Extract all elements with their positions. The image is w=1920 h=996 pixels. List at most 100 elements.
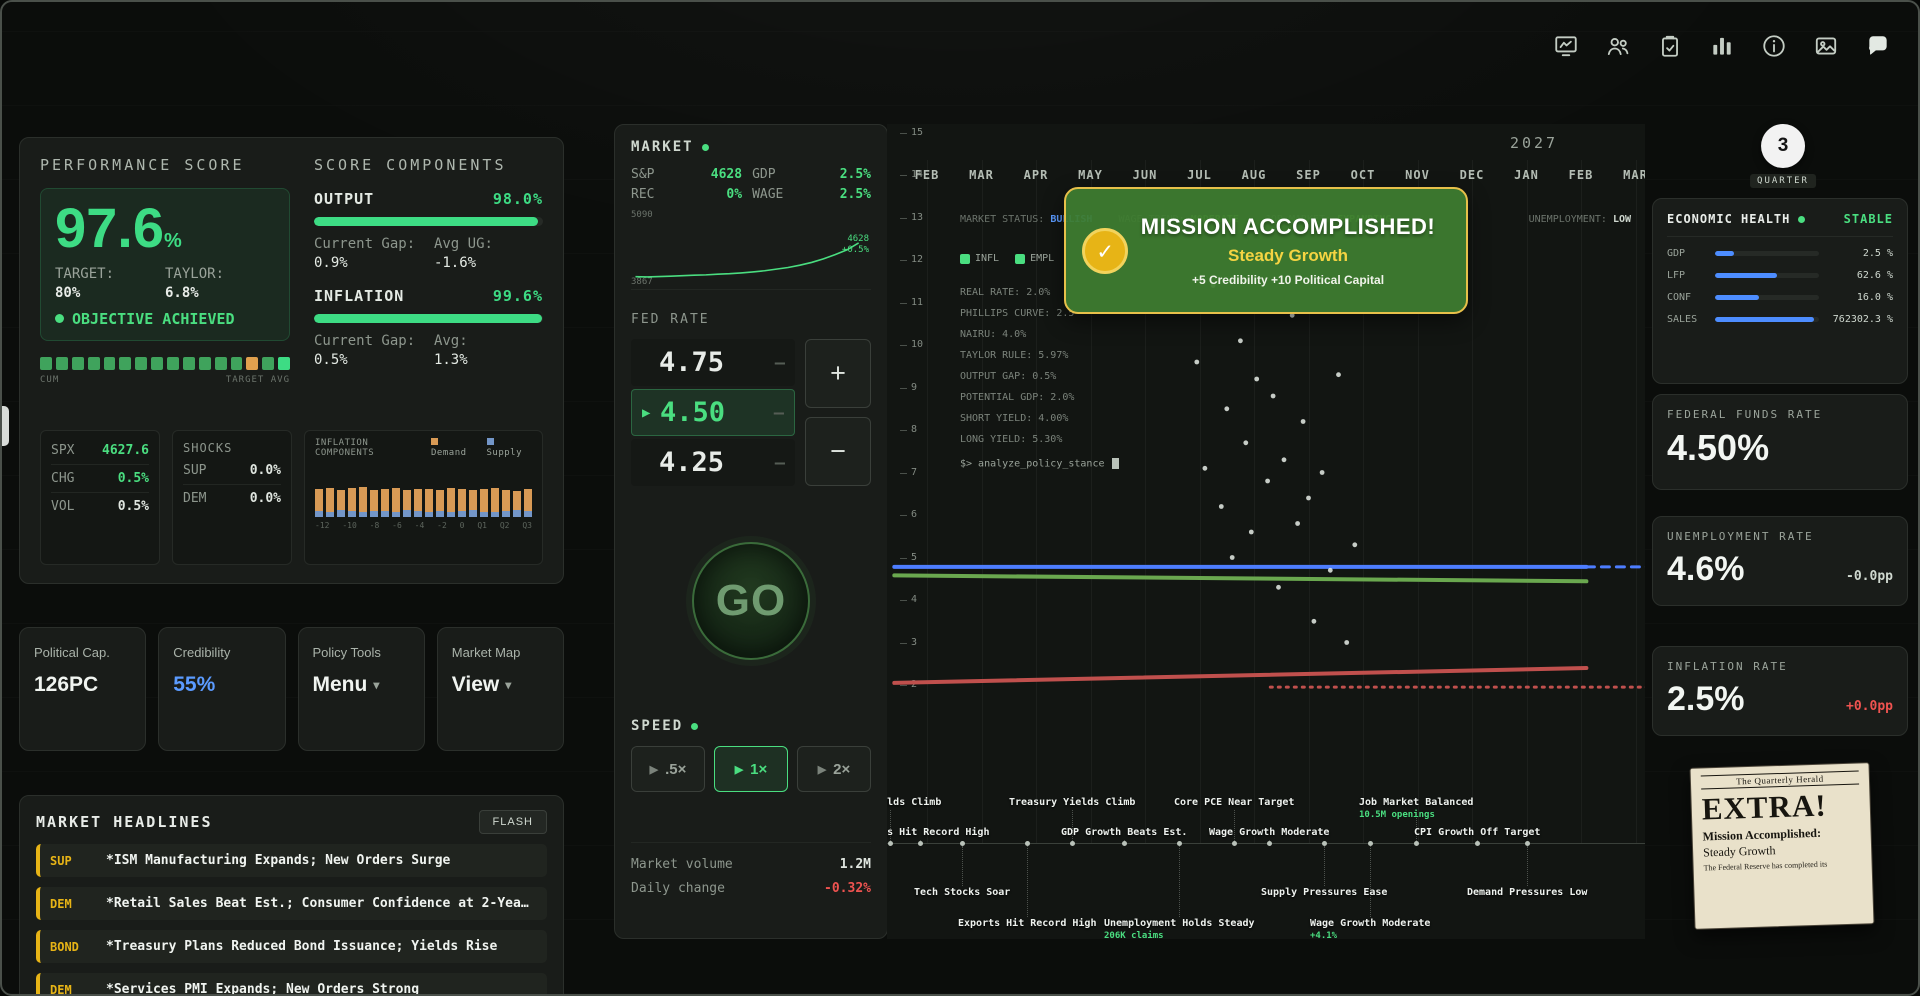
supply-segment (370, 511, 378, 517)
economic-health-title: ECONOMIC HEALTH (1667, 212, 1805, 226)
rate-increase-button[interactable]: + (805, 339, 871, 408)
market-map-card[interactable]: Market Map View▾ (437, 627, 564, 751)
play-icon: ▶ (818, 763, 826, 776)
policy-tools-card[interactable]: Policy Tools Menu▾ (298, 627, 425, 751)
speed-1x-button[interactable]: ▶1× (714, 746, 788, 792)
demand-segment (524, 489, 532, 511)
inflation-components-bar (403, 490, 411, 517)
demand-segment (491, 488, 499, 512)
y-axis-tick: 8 (911, 424, 917, 435)
econ-metric-label: GDP (1667, 248, 1707, 259)
play-icon: ▶ (650, 763, 658, 776)
rate-option-450-selected[interactable]: ▶ 4.50 — (631, 389, 795, 436)
speed-title: SPEED (631, 718, 683, 734)
inflation-components-bar (359, 487, 367, 517)
econ-metric-track (1715, 295, 1819, 300)
flash-button[interactable]: FLASH (479, 810, 547, 834)
unemployment-rate-panel: UNEMPLOYMENT RATE 4.6% -0.0pp (1652, 516, 1908, 606)
policy-tools-menu-button[interactable]: Menu▾ (313, 673, 410, 697)
score-components-column: SCORE COMPONENTS OUTPUT 98.0% Current Ga… (314, 156, 543, 412)
y-axis-tickmark (900, 430, 907, 431)
sup-label: SUP (183, 463, 206, 478)
sp-label: S&P (631, 167, 654, 182)
rate-decrease-button[interactable]: − (805, 417, 871, 486)
performance-score-column: PERFORMANCE SCORE 97.6% TARGET: TAYLOR: … (40, 156, 290, 412)
supply-segment (326, 512, 334, 517)
policy-tools-label: Policy Tools (313, 645, 410, 660)
y-axis-tickmark (900, 260, 907, 261)
chat-icon[interactable] (1864, 32, 1892, 60)
target-value: 80% (55, 285, 165, 301)
clipboard-check-icon[interactable] (1656, 32, 1684, 60)
demand-segment (315, 489, 323, 511)
image-icon[interactable] (1812, 32, 1840, 60)
event-dot (1414, 841, 1419, 846)
month-label: AUG (1232, 168, 1276, 182)
supply-segment (447, 512, 455, 517)
ic-x-label: -2 (437, 521, 447, 530)
inflation-components-bar (436, 490, 444, 517)
terminal-cursor (1112, 458, 1119, 469)
event-label: Tech Stocks Soar (914, 887, 1010, 898)
info-icon[interactable] (1760, 32, 1788, 60)
ic-x-label: Q2 (500, 521, 510, 530)
performance-squares (40, 357, 290, 370)
performance-square (246, 357, 258, 370)
go-button[interactable]: GO (692, 542, 810, 660)
stat-cards-row: Political Cap. 126PC Credibility 55% Pol… (19, 627, 564, 751)
y-axis-tickmark (900, 685, 907, 686)
speed-controls: ▶.5× ▶1× ▶2× (631, 746, 871, 792)
inflation-avg-label: Avg: (434, 333, 543, 349)
supply-segment (491, 512, 499, 517)
rate-selector-icon: ▶ (642, 405, 660, 421)
demand-segment (425, 489, 433, 512)
ic-x-label: -10 (342, 521, 356, 530)
y-axis-tickmark (900, 133, 907, 134)
daily-change-label: Daily change (631, 881, 725, 896)
market-map-view-button[interactable]: View▾ (452, 673, 549, 697)
speed-header: SPEED (631, 718, 871, 734)
health-status-badge: STABLE (1844, 212, 1893, 226)
headline-text: *ISM Manufacturing Expands; New Orders S… (106, 853, 450, 868)
event-label: GDP Growth Beats Est. (1061, 827, 1187, 838)
market-mini-chart: 5090 3867 4628+0.5% (631, 210, 871, 290)
y-axis-tickmark (900, 218, 907, 219)
rate-selector-icon: ▶ (641, 355, 659, 371)
month-gridline (1527, 160, 1528, 843)
chart-status-right: UNEMPLOYMENT: LOW (1529, 214, 1631, 225)
dem-value: 0.0% (250, 491, 281, 506)
speed-2x-button[interactable]: ▶2× (797, 746, 871, 792)
inflation-progress-fill (314, 314, 542, 323)
y-axis-tickmark (900, 515, 907, 516)
ic-x-label: -12 (315, 521, 329, 530)
bar-chart-icon[interactable] (1708, 32, 1736, 60)
supply-segment (337, 510, 345, 517)
chevron-down-icon: ▾ (373, 678, 379, 692)
econ-metric-fill (1715, 273, 1777, 278)
fed-rate-selector: ▶ 4.75 — ▶ 4.50 — ▶ 4.25 — + − (631, 339, 871, 486)
demand-segment (436, 490, 444, 511)
event-label: Bond Yields Climb (887, 797, 941, 808)
headline-tag: DEM (50, 983, 98, 996)
performance-square (135, 357, 147, 370)
rate-option-475[interactable]: ▶ 4.75 — (631, 339, 795, 386)
econ-metric-value: 762302.3 % (1827, 314, 1893, 325)
rate-option-425[interactable]: ▶ 4.25 — (631, 439, 795, 486)
demand-segment (326, 488, 334, 512)
econ-metric-fill (1715, 251, 1734, 256)
monitor-chart-icon[interactable] (1552, 32, 1580, 60)
ic-x-label: 0 (460, 521, 465, 530)
users-icon[interactable] (1604, 32, 1632, 60)
inflation-components-bar (458, 489, 466, 517)
left-drawer-handle[interactable] (2, 406, 9, 446)
inflation-components-bar (524, 489, 532, 517)
rate-value: 4.25 (659, 447, 724, 478)
ffr-title: FEDERAL FUNDS RATE (1667, 408, 1893, 421)
rate-tick: — (775, 453, 785, 473)
terminal-line: $> analyze_policy_stance (960, 458, 1119, 470)
market-title: MARKET (631, 139, 694, 155)
inflation-components-bar (370, 490, 378, 517)
headline-text: *Treasury Plans Reduced Bond Issuance; Y… (106, 939, 497, 954)
speed-half-button[interactable]: ▶.5× (631, 746, 705, 792)
topbar (1552, 32, 1892, 60)
